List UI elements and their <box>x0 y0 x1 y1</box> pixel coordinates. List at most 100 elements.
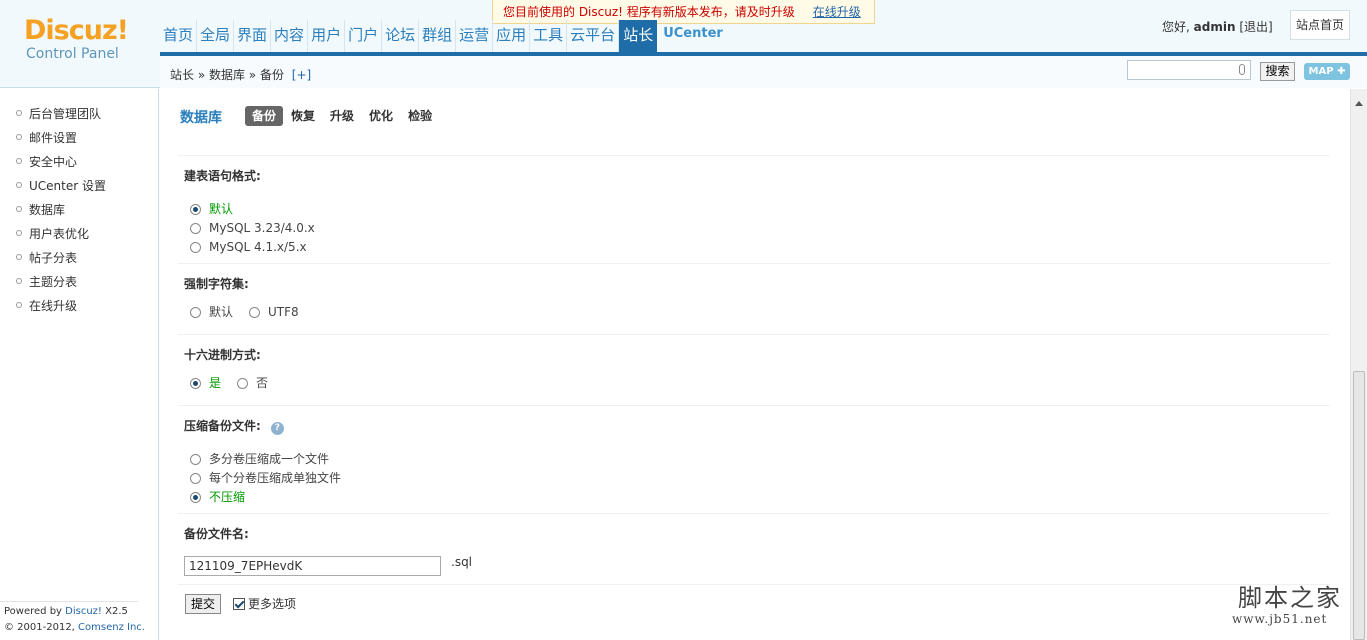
user-info: 您好, admin [退出] <box>1162 18 1273 35</box>
sidebar-item-label: 数据库 <box>29 203 66 217</box>
submit-button[interactable]: 提交 <box>185 594 221 614</box>
logout-link[interactable]: [退出] <box>1239 20 1272 34</box>
sidebar-item-label: 邮件设置 <box>29 131 78 145</box>
sql-format-default[interactable]: 默认 <box>190 201 233 217</box>
tab-restore[interactable]: 恢复 <box>284 106 322 126</box>
compress-label: 压缩备份文件:? <box>184 417 284 435</box>
sidebar-item-label: 用户表优化 <box>29 227 90 241</box>
sidebar-item-ucenter[interactable]: UCenter 设置 <box>0 177 158 201</box>
map-label: MAP <box>1308 66 1334 77</box>
search-input[interactable] <box>1127 60 1251 80</box>
comsenz-link[interactable]: Comsenz Inc. <box>78 622 145 633</box>
nav-portal[interactable]: 门户 <box>345 20 383 52</box>
checkbox-checked-icon[interactable] <box>233 598 245 610</box>
breadcrumb-path: 站长 » 数据库 » 备份 <box>170 68 284 82</box>
hex-yes[interactable]: 是 <box>190 375 221 391</box>
logo[interactable]: Discuz! Control Panel <box>24 16 144 63</box>
divider <box>178 513 1330 514</box>
nav-cloud[interactable]: 云平台 <box>567 20 620 52</box>
nav-home[interactable]: 首页 <box>160 20 198 52</box>
option-label: 多分卷压缩成一个文件 <box>209 452 330 466</box>
sidebar-item-mail[interactable]: 邮件设置 <box>0 129 158 153</box>
nav-group[interactable]: 群组 <box>419 20 457 52</box>
nav-style[interactable]: 界面 <box>234 20 272 52</box>
charset-utf8[interactable]: UTF8 <box>249 304 299 320</box>
sidebar-item-label: 后台管理团队 <box>29 107 102 121</box>
scroll-thumb[interactable] <box>1353 371 1365 640</box>
nav-ucenter[interactable]: UCenter <box>657 20 726 52</box>
sidebar-item-security[interactable]: 安全中心 <box>0 153 158 177</box>
bullet-icon <box>16 230 22 236</box>
radio-icon[interactable] <box>190 242 201 253</box>
copyright-prefix: © 2001-2012, <box>4 622 79 633</box>
notice-text: 您目前使用的 Discuz! 程序有新版本发布，请及时升级 <box>503 5 795 19</box>
sidebar: 后台管理团队 邮件设置 安全中心 UCenter 设置 数据库 用户表优化 帖子… <box>0 89 159 640</box>
tab-backup[interactable]: 备份 <box>245 106 284 126</box>
more-options[interactable]: 更多选项 <box>233 595 296 612</box>
discuz-link[interactable]: Discuz! <box>65 606 102 617</box>
radio-checked-icon[interactable] <box>190 204 201 215</box>
nav-user[interactable]: 用户 <box>308 20 346 52</box>
footer-divider <box>0 601 138 602</box>
compress-each-volume[interactable]: 每个分卷压缩成单独文件 <box>190 470 341 486</box>
option-label: MySQL 3.23/4.0.x <box>209 221 315 235</box>
sidebar-item-label: 安全中心 <box>29 155 78 169</box>
nav-forum[interactable]: 论坛 <box>382 20 420 52</box>
bullet-icon <box>16 110 22 116</box>
sidebar-footer: Powered by Discuz! X2.5 © 2001-2012, Com… <box>4 604 145 636</box>
site-home-button[interactable]: 站点首页 <box>1290 10 1350 40</box>
tab-bar: 备份 恢复 升级 优化 检验 <box>245 106 440 126</box>
nav-tools[interactable]: 工具 <box>530 20 568 52</box>
radio-checked-icon[interactable] <box>190 492 201 503</box>
map-button[interactable]: MAP ✚ <box>1304 63 1350 80</box>
help-icon[interactable]: ? <box>270 422 284 435</box>
scrollbar[interactable] <box>1350 89 1367 640</box>
radio-icon[interactable] <box>190 454 201 465</box>
scroll-up-icon[interactable] <box>1355 101 1363 106</box>
arrow-down-icon: ✚ <box>1337 66 1346 77</box>
option-label: 不压缩 <box>209 490 246 504</box>
charset-default[interactable]: 默认 <box>190 304 233 320</box>
sql-format-mysql40[interactable]: MySQL 3.23/4.0.x <box>190 220 315 236</box>
sidebar-item-database[interactable]: 数据库 <box>0 201 158 225</box>
bullet-icon <box>16 254 22 260</box>
hex-no[interactable]: 否 <box>237 375 268 391</box>
radio-checked-icon[interactable] <box>190 378 201 389</box>
sidebar-item-upgrade[interactable]: 在线升级 <box>0 297 158 321</box>
nav-global[interactable]: 全局 <box>197 20 235 52</box>
option-label: 否 <box>256 376 269 390</box>
option-label: MySQL 4.1.x/5.x <box>209 240 307 254</box>
compress-none[interactable]: 不压缩 <box>190 489 245 505</box>
sidebar-item-user-table[interactable]: 用户表优化 <box>0 225 158 249</box>
filename-input[interactable] <box>184 556 441 576</box>
divider <box>178 263 1330 264</box>
nav-founder[interactable]: 站长 <box>619 20 658 52</box>
top-nav: 首页 全局 界面 内容 用户 门户 论坛 群组 运营 应用 工具 云平台 站长 … <box>160 20 726 52</box>
copyright: © 2001-2012, Comsenz Inc. <box>4 620 145 636</box>
sidebar-item-post-split[interactable]: 帖子分表 <box>0 249 158 273</box>
add-shortcut-link[interactable]: [+] <box>292 68 311 82</box>
nav-operation[interactable]: 运营 <box>456 20 494 52</box>
tab-optimize[interactable]: 优化 <box>362 106 400 126</box>
logo-subtitle: Control Panel <box>26 46 119 62</box>
nav-content[interactable]: 内容 <box>271 20 309 52</box>
radio-icon[interactable] <box>249 307 260 318</box>
radio-icon[interactable] <box>190 473 201 484</box>
microphone-icon[interactable] <box>1239 64 1245 75</box>
tab-check[interactable]: 检验 <box>401 106 439 126</box>
sql-format-mysql41[interactable]: MySQL 4.1.x/5.x <box>190 239 307 255</box>
username: admin <box>1193 20 1236 34</box>
radio-icon[interactable] <box>190 223 201 234</box>
search-button[interactable]: 搜索 <box>1260 62 1295 81</box>
online-upgrade-link[interactable]: 在线升级 <box>813 5 861 19</box>
sidebar-item-admin-team[interactable]: 后台管理团队 <box>0 105 158 129</box>
sql-format-label: 建表语句格式: <box>184 169 261 183</box>
greeting: 您好, <box>1162 20 1190 34</box>
tab-upgrade[interactable]: 升级 <box>323 106 361 126</box>
watermark: 脚本之家 www.jb51.net <box>1232 584 1342 626</box>
compress-multi-to-one[interactable]: 多分卷压缩成一个文件 <box>190 451 329 467</box>
nav-plugin[interactable]: 应用 <box>493 20 531 52</box>
radio-icon[interactable] <box>190 307 201 318</box>
radio-icon[interactable] <box>237 378 248 389</box>
sidebar-item-thread-split[interactable]: 主题分表 <box>0 273 158 297</box>
